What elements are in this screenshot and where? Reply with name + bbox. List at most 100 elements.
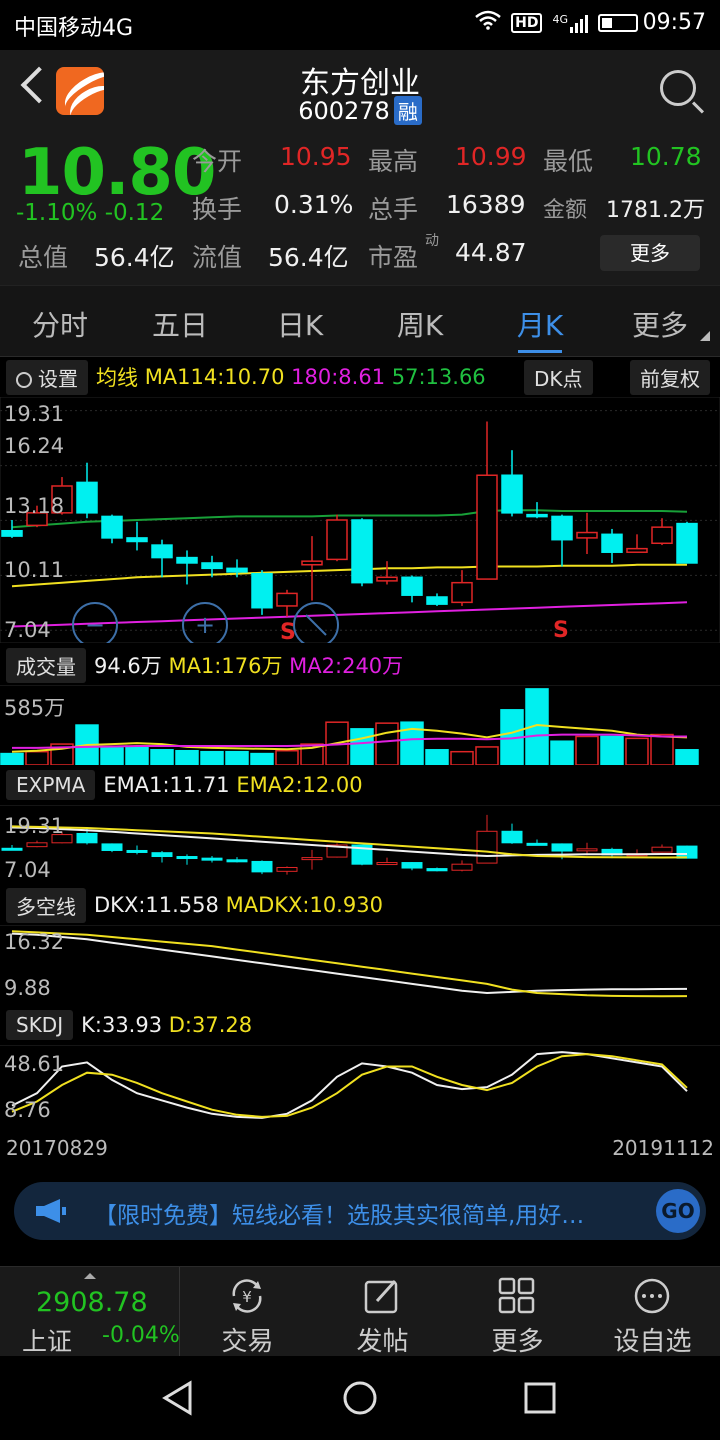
- network-type-label: 4G: [552, 13, 568, 26]
- volume-bar: [625, 737, 649, 765]
- go-button[interactable]: GO: [656, 1189, 700, 1233]
- period-tabs: 分时 五日 日K 周K 月K 更多: [0, 285, 720, 357]
- svg-text:+: +: [195, 611, 215, 639]
- high-label: 最高: [368, 147, 419, 176]
- zoom-in-icon[interactable]: +: [182, 602, 228, 643]
- stock-code: 600278: [298, 97, 390, 125]
- volume-bar: [650, 733, 674, 765]
- volume-bar: [600, 735, 624, 765]
- turnover-value: 0.31%: [274, 190, 354, 219]
- kline-header: 设置 均线 MA114:10.70 180:8.61 57:13.66 DK点 …: [0, 357, 720, 397]
- candle-body: [101, 515, 123, 539]
- candle-body: [526, 513, 548, 518]
- tab-monthly-k[interactable]: 月K: [485, 304, 595, 344]
- candle-body: [226, 859, 248, 863]
- ma180-value: 180:8.61: [291, 365, 386, 389]
- candle-body: [401, 576, 423, 596]
- volume-header: 成交量 94.6万 MA1:176万 MA2:240万: [0, 645, 720, 685]
- candle-body: [376, 576, 398, 582]
- expma-axis-label: 7.04: [4, 858, 51, 882]
- dkx-line: [11, 932, 688, 995]
- open-label: 今开: [192, 147, 243, 176]
- status-icons: HD 4G: [475, 10, 638, 36]
- candle-body: [226, 567, 248, 573]
- hd-icon: HD: [511, 13, 543, 33]
- adjust-button[interactable]: 前复权: [630, 360, 710, 395]
- expma-chart[interactable]: 19.31 7.04: [0, 805, 720, 885]
- sell-marker: S: [280, 620, 296, 643]
- recents-square-icon[interactable]: [522, 1380, 558, 1416]
- ad-banner[interactable]: 【限时免费】短线必看！选股其实很简单,用好… GO: [14, 1182, 706, 1240]
- nav-trade[interactable]: ¥ 交易: [180, 1267, 315, 1357]
- index-name: 上证: [22, 1327, 73, 1356]
- quote-panel: 10.80 -1.10% -0.12 今开 10.95 最高 10.99 最低 …: [0, 130, 720, 285]
- svg-text:−: −: [85, 611, 105, 639]
- volume-bar: [550, 740, 574, 765]
- settings-button[interactable]: 设置: [6, 359, 88, 395]
- volume-bar: [375, 722, 399, 765]
- price-axis-label: 10.11: [4, 558, 64, 582]
- dkx-button[interactable]: 多空线: [6, 887, 86, 923]
- home-circle-icon[interactable]: [342, 1380, 378, 1416]
- volume-bar: [350, 728, 374, 765]
- skdj-chart[interactable]: 48.61 8.76: [0, 1045, 720, 1125]
- high-value: 10.99: [455, 142, 527, 171]
- turnover-label: 换手: [192, 195, 243, 224]
- tab-five-day[interactable]: 五日: [125, 304, 235, 344]
- nav-post[interactable]: 发帖: [315, 1267, 450, 1357]
- candle-body: [451, 581, 473, 604]
- candle-body: [651, 526, 673, 545]
- skdj-button[interactable]: SKDJ: [6, 1010, 74, 1040]
- candle-body: [626, 547, 648, 553]
- price-axis-label: 19.31: [4, 402, 64, 426]
- pe-dynamic-mark: 动: [425, 233, 439, 249]
- low-value: 10.78: [630, 142, 702, 171]
- mktcap-label: 总值: [18, 243, 69, 272]
- candle-body: [601, 533, 623, 553]
- search-icon[interactable]: [660, 70, 696, 106]
- edit-icon: [364, 1279, 398, 1314]
- candle-body: [376, 862, 398, 866]
- candle-body: [176, 856, 198, 860]
- nav-watchlist[interactable]: 设自选: [585, 1267, 720, 1357]
- change-amount: -0.12: [104, 200, 165, 226]
- kline-chart[interactable]: 19.31 16.24 13.18 10.11 7.04 − + S S: [0, 397, 720, 643]
- more-quote-button[interactable]: 更多: [600, 235, 700, 271]
- volume-bar: [450, 750, 474, 765]
- stock-code-row: 600278 融: [0, 96, 720, 125]
- volume-value: 16389: [446, 190, 526, 219]
- candle-body: [576, 531, 598, 539]
- dkx-chart[interactable]: 16.32 9.88: [0, 925, 720, 1005]
- candle-body: [276, 592, 298, 607]
- tab-daily-k[interactable]: 日K: [245, 304, 355, 344]
- candle-body: [501, 474, 523, 514]
- volume-value: 94.6万: [94, 654, 162, 678]
- volume-button[interactable]: 成交量: [6, 647, 86, 683]
- dk-point-button[interactable]: DK点: [524, 360, 593, 395]
- candle-body: [1, 847, 23, 851]
- ma114-value: MA114:10.70: [144, 365, 285, 389]
- stock-header: 东方创业 600278 融: [0, 50, 720, 130]
- end-date: 20191112: [612, 1136, 714, 1160]
- gear-icon: [16, 371, 32, 388]
- ma57-value: 57:13.66: [391, 365, 486, 389]
- candle-body: [551, 843, 573, 852]
- volume-bar: [200, 750, 224, 765]
- index-value: 2908.78: [36, 1287, 148, 1318]
- index-ticker[interactable]: 2908.78 上证 -0.04%: [0, 1267, 180, 1357]
- candle-body: [301, 857, 323, 861]
- ema2-value: EMA2:12.00: [236, 773, 363, 797]
- candle-body: [101, 843, 123, 851]
- expma-button[interactable]: EXPMA: [6, 770, 96, 800]
- candle-body: [201, 857, 223, 861]
- dkx-axis-label: 9.88: [4, 976, 51, 1000]
- tab-intraday[interactable]: 分时: [5, 304, 115, 344]
- expand-icon[interactable]: [293, 602, 339, 643]
- volume-chart[interactable]: 585万: [0, 685, 720, 765]
- tab-weekly-k[interactable]: 周K: [365, 304, 475, 344]
- tab-more[interactable]: 更多: [605, 304, 715, 344]
- expma-header: EXPMA EMA1:11.71 EMA2:12.00: [0, 765, 720, 805]
- back-triangle-icon[interactable]: [160, 1380, 196, 1416]
- nav-more[interactable]: 更多: [450, 1267, 585, 1357]
- candle-body: [76, 832, 98, 844]
